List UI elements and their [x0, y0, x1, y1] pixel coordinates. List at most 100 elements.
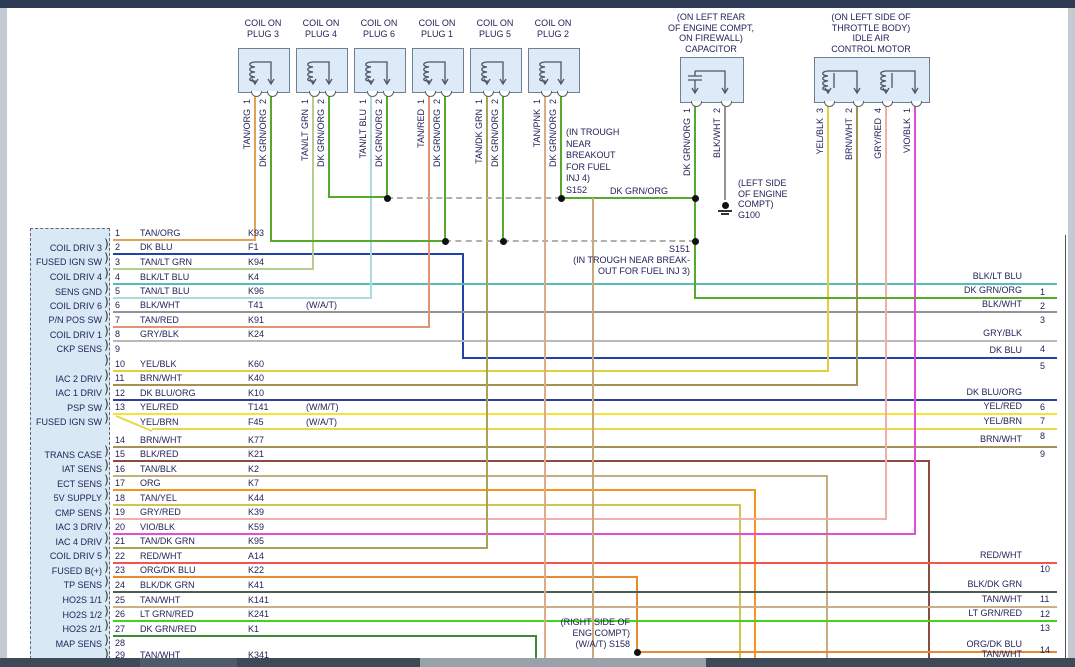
window-title-bar	[0, 0, 1075, 8]
note-s152: S152	[566, 185, 587, 196]
pin-bracket: )	[103, 459, 110, 471]
transmission-note: (W/M/T)	[306, 402, 338, 412]
pin-bracket: )	[103, 532, 110, 544]
pin-wire-label: BRN/WHT 2	[844, 108, 855, 160]
pin-function-label: FUSED IGN SW	[31, 417, 102, 427]
pin-number: 9	[115, 344, 120, 354]
exit-number: 13	[1040, 623, 1050, 633]
pin-connector-cup	[911, 101, 922, 107]
wire-dk-grn-org	[502, 91, 504, 241]
pin-number: 25	[115, 595, 125, 605]
splice-dot	[442, 238, 449, 245]
pin-number: 1	[115, 228, 120, 238]
circuit-code: K44	[248, 493, 264, 503]
wire-color-label: BLK/WHT	[140, 300, 180, 310]
note-g100: OF ENGINE	[738, 189, 788, 200]
circuit-code: K94	[248, 257, 264, 267]
pin-bracket: )	[103, 561, 110, 573]
exit-number: 5	[1040, 361, 1045, 371]
exit-wire-label: DK BLU/ORG	[892, 387, 1022, 397]
pin-wire-label: DK GRN/ORG 2	[432, 99, 443, 167]
transmission-note: (W/A/T)	[306, 300, 337, 310]
pin-connector-cup	[853, 101, 864, 107]
note-s151: (IN TROUGH NEAR BREAK-	[470, 255, 690, 266]
circuit-code: K22	[248, 565, 264, 575]
pin-function-label: 5V SUPPLY	[31, 493, 102, 503]
wire-gry-red	[113, 518, 887, 520]
wire-color-label: ORG	[140, 478, 161, 488]
coil-plug-title: COIL ON	[477, 18, 514, 29]
circuit-code: T41	[248, 300, 264, 310]
pin-bracket: )	[103, 605, 110, 617]
taskbar[interactable]	[0, 658, 1075, 667]
circuit-code: K77	[248, 435, 264, 445]
wire-dk-blu	[113, 253, 464, 255]
coil-symbol	[470, 48, 520, 91]
exit-wire-label: DK BLU	[892, 345, 1022, 355]
splice-dot	[558, 195, 565, 202]
wire-tan-dk-grn	[113, 547, 488, 549]
circuit-code: K241	[248, 609, 269, 619]
circuit-code: K95	[248, 536, 264, 546]
taskbar-segment[interactable]	[420, 658, 706, 667]
pin-bracket: )	[103, 546, 110, 558]
wire-color-label: TAN/LT BLU	[140, 286, 190, 296]
capacitor-title: ON FIREWALL)	[679, 33, 743, 44]
wire-org-dk-blu	[636, 577, 638, 652]
wire-color-label: VIO/BLK	[140, 522, 175, 532]
diagram-layer: )1TAN/ORGK93COIL DRIV 3)2DK BLUF1FUSED I…	[0, 0, 1075, 667]
pin-function-label: IAT SENS	[31, 464, 102, 474]
coil-plug-title: PLUG 5	[479, 29, 511, 40]
circuit-code: K96	[248, 286, 264, 296]
wire-tan-red	[428, 91, 430, 328]
pin-number: 20	[115, 522, 125, 532]
coil-plug-title: PLUG 3	[247, 29, 279, 40]
pin-bracket: )	[103, 369, 110, 381]
window-right-edge	[1068, 8, 1075, 667]
coil-plug-title: COIL ON	[535, 18, 572, 29]
circuit-code: K7	[248, 478, 259, 488]
wire-color-label: RED/WHT	[140, 551, 182, 561]
circuit-code: K60	[248, 359, 264, 369]
ground-symbol-g100	[721, 213, 729, 215]
pin-number: 3	[115, 257, 120, 267]
pin-bracket: )	[103, 339, 110, 351]
wire-dk-grn-org	[560, 91, 562, 198]
wire-color-label: YEL/RED	[140, 402, 179, 412]
wire-dk-grn-org	[271, 240, 446, 242]
pin-connector-cup	[824, 101, 835, 107]
pin-connector-cup	[325, 91, 336, 97]
taskbar-segment[interactable]	[140, 658, 237, 667]
transmission-note: (W/A/T)	[306, 417, 337, 427]
pin-function-label: IAC 4 DRIV	[31, 537, 102, 547]
wire-color-label: LT GRN/RED	[140, 609, 194, 619]
pin-bracket: )	[103, 354, 110, 366]
exit-wire-label: BLK/LT BLU	[892, 271, 1022, 281]
pin-bracket: )	[103, 474, 110, 486]
coil-symbol	[354, 48, 404, 91]
pin-bracket: )	[103, 267, 110, 279]
page-border-line	[1065, 235, 1066, 658]
wire-color-label: BLK/DK GRN	[140, 580, 195, 590]
pin-connector-cup	[541, 91, 552, 97]
exit-number: 10	[1040, 564, 1050, 574]
pin-number: 13	[115, 402, 125, 412]
wire-color-label: BLK/RED	[140, 449, 179, 459]
pin-connector-cup	[267, 91, 278, 97]
pin-function-label: COIL DRIV 3	[31, 243, 102, 253]
wire-org	[754, 490, 756, 658]
wire-color-label: DK GRN/RED	[140, 624, 197, 634]
coil-symbol	[412, 48, 462, 91]
pin-number: 4	[115, 272, 120, 282]
wire-yel-brn	[152, 428, 1057, 430]
wire-dk-grn-org	[328, 91, 330, 198]
note-s158: (W/A/T) S158	[410, 639, 630, 650]
pin-number: 5	[115, 286, 120, 296]
splice-dot	[692, 195, 699, 202]
pin-wire-label: DK GRN/ORG 1	[682, 108, 693, 176]
pin-wire-label: TAN/ORG 1	[242, 99, 253, 149]
circuit-code: T141	[248, 402, 269, 412]
pin-connector-cup	[441, 91, 452, 97]
pin-function-label: FUSED IGN SW	[31, 257, 102, 267]
pin-bracket: )	[103, 590, 110, 602]
